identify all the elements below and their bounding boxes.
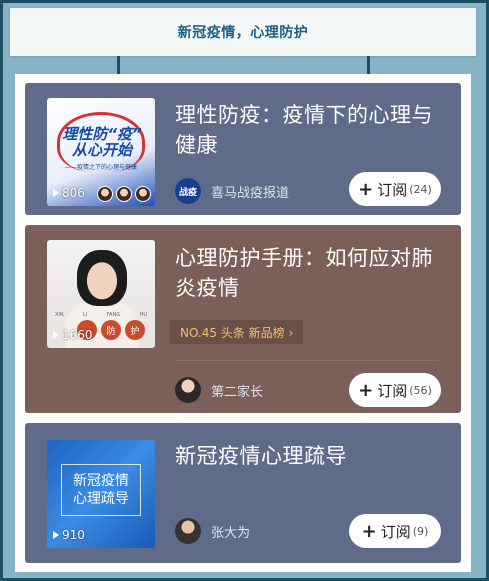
author[interactable]: 第二家长 [175, 377, 263, 403]
subscribe-button[interactable]: + 订阅 (9) [349, 514, 441, 548]
author-name: 喜马战疫报道 [211, 185, 290, 201]
avatar [175, 518, 201, 544]
host-faces [97, 186, 151, 202]
cover-subtitle: ——疫情之下的心理与健康 [64, 164, 137, 171]
author[interactable]: 张大为 [175, 518, 250, 544]
play-count: 910 [53, 528, 85, 542]
album-card[interactable]: 新冠疫情 心理疏导 910 新冠疫情心理疏导 张大为 + 订阅 (9) [25, 423, 461, 563]
subscribe-label: 订阅 [380, 522, 411, 541]
album-cover[interactable]: 新冠疫情 心理疏导 910 [47, 440, 155, 548]
cover-badge: 护 [125, 320, 145, 340]
avatar: 战疫 [175, 178, 201, 204]
plus-icon: + [358, 178, 374, 200]
subscribe-count: (24) [409, 182, 432, 196]
cover-title-box: 新冠疫情 心理疏导 [61, 464, 141, 516]
avatar [175, 377, 201, 403]
host-face [135, 186, 151, 202]
subscribe-count: (9) [412, 524, 429, 538]
subscribe-count: (56) [409, 383, 432, 397]
author-name: 张大为 [211, 525, 251, 541]
subscribe-button[interactable]: + 订阅 (56) [349, 373, 441, 407]
album-title[interactable]: 理性防疫：疫情下的心理与健康 [175, 100, 439, 160]
cover-title: 理性防“疫” 从心开始 [62, 125, 142, 159]
plus-icon: + [358, 379, 374, 401]
rank-badge[interactable]: NO.45 头条 新品榜 › [170, 320, 304, 344]
play-icon [53, 331, 59, 339]
play-icon [53, 189, 59, 197]
album-card[interactable]: 理性防“疫” 从心开始 ——疫情之下的心理与健康 806 理性防疫：疫情下的心理… [25, 83, 461, 215]
cover-letters: XIN LI FANG HU [55, 312, 147, 318]
banner-connector-right [367, 56, 370, 76]
cover-badge: 防 [101, 320, 121, 340]
host-face [116, 186, 132, 202]
header-banner: 新冠疫情，心理防护 [10, 8, 476, 56]
play-icon [53, 531, 59, 539]
album-card[interactable]: XIN LI FANG HU 防 护 1660 心理防护手册：如何应对肺炎疫情 … [25, 225, 461, 413]
album-cover[interactable]: XIN LI FANG HU 防 护 1660 [47, 240, 155, 348]
plus-icon: + [361, 520, 377, 542]
subscribe-label: 订阅 [377, 180, 408, 199]
host-face [97, 186, 113, 202]
subscribe-label: 订阅 [377, 381, 408, 400]
banner-connector-left [117, 56, 120, 76]
divider [175, 360, 439, 361]
album-title[interactable]: 新冠疫情心理疏导 [175, 441, 439, 471]
album-title[interactable]: 心理防护手册：如何应对肺炎疫情 [175, 243, 439, 303]
author-name: 第二家长 [211, 384, 264, 400]
subscribe-button[interactable]: + 订阅 (24) [349, 172, 441, 206]
page-title: 新冠疫情，心理防护 [177, 25, 309, 41]
author[interactable]: 战疫 喜马战疫报道 [175, 178, 289, 204]
play-count: 806 [53, 186, 85, 200]
play-count: 1660 [53, 328, 93, 342]
cover-person [77, 250, 127, 306]
album-cover[interactable]: 理性防“疫” 从心开始 ——疫情之下的心理与健康 806 [47, 98, 155, 206]
